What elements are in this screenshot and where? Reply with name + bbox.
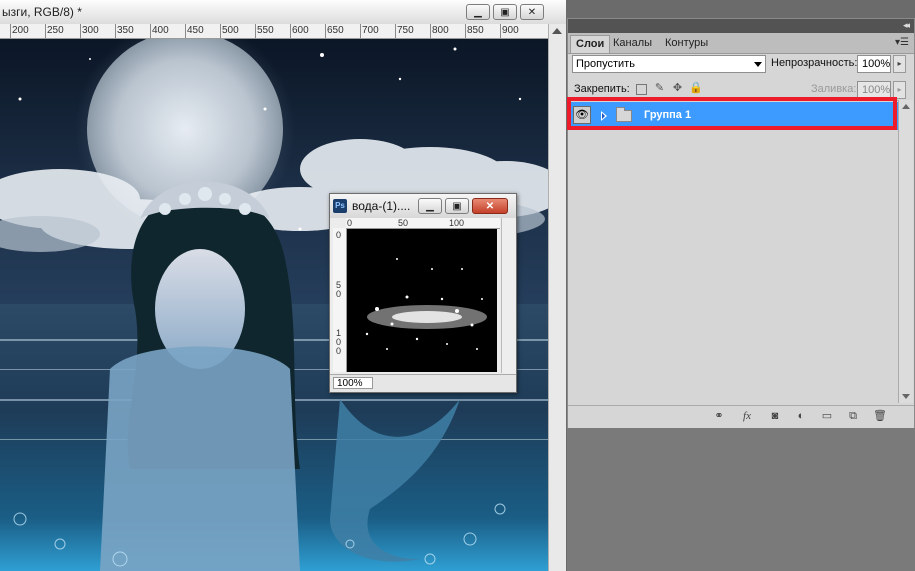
lock-brush-icon[interactable]: ✎ [654, 83, 665, 94]
floating-document-window[interactable]: Ps вода-(1).... ▁ ▣ ✕ 0 50 100 0 5 0 1 0… [329, 193, 517, 393]
maximize-button[interactable]: ▣ [445, 198, 469, 214]
opacity-input[interactable]: 100% [857, 55, 891, 73]
trash-icon[interactable]: 🗑 [873, 410, 887, 423]
lock-label: Закрепить: [574, 83, 630, 95]
ruler-label: 850 [467, 25, 484, 36]
ruler-label: 250 [47, 25, 64, 36]
ruler-label: 200 [12, 25, 29, 36]
ruler-label: 0 [336, 289, 342, 299]
new-group-icon[interactable]: ▭ [820, 410, 834, 423]
opacity-slider-button[interactable]: ▸ [893, 55, 906, 73]
horizontal-ruler[interactable]: 200 250 300 350 400 450 500 550 600 650 … [0, 24, 548, 39]
tab-channels[interactable]: Каналы [608, 35, 657, 53]
ruler-label: 700 [362, 25, 379, 36]
restore-icon: ▣ [500, 6, 510, 18]
splash-artwork [347, 229, 497, 372]
ruler-label: 0 [336, 346, 342, 356]
layers-bottom-toolbar: ⚭ fx ◙ ◐ ▭ ⧉ 🗑 [568, 405, 914, 428]
ruler-label: 100 [449, 218, 465, 228]
ruler-label: 650 [327, 25, 344, 36]
lock-transparency-icon[interactable] [636, 84, 647, 95]
ruler-label: 750 [397, 25, 414, 36]
restore-icon: ▣ [452, 200, 462, 212]
floating-window-title: вода-(1).... [352, 199, 411, 213]
layers-list: 👁 Группа 1 [570, 100, 898, 404]
blend-mode-value: Пропустить [576, 58, 635, 70]
minimize-icon: ▁ [426, 200, 434, 212]
minimize-button[interactable]: ▁ [418, 198, 442, 214]
collapse-panel-icon[interactable]: ◂◂ [903, 20, 910, 31]
close-button[interactable]: ✕ [472, 198, 508, 214]
water-splash-image[interactable] [347, 229, 497, 372]
document-title: ызги, RGB/8) * [2, 5, 82, 19]
chevron-down-icon [754, 62, 762, 67]
scroll-down-icon[interactable] [902, 394, 910, 399]
panel-menu-icon[interactable]: ▾☰ [895, 37, 909, 48]
panel-tabs: Слои Каналы Контуры ▾☰ [568, 33, 914, 54]
lock-move-icon[interactable]: ✥ [672, 83, 683, 94]
ruler-label: 350 [117, 25, 134, 36]
photoshop-icon: Ps [333, 199, 347, 213]
ruler-label: 0 [347, 218, 353, 228]
link-layers-icon[interactable]: ⚭ [712, 410, 726, 423]
document-vertical-scrollbar[interactable] [548, 24, 566, 571]
minimize-icon: ▁ [474, 6, 482, 18]
minimize-button[interactable]: ▁ [466, 4, 490, 20]
selection-highlight-box [567, 97, 897, 130]
floating-status-bar: 100% [330, 374, 516, 392]
floating-window-titlebar[interactable]: Ps вода-(1).... ▁ ▣ ✕ [330, 194, 516, 218]
scroll-up-icon[interactable] [902, 104, 910, 109]
ruler-label: 800 [432, 25, 449, 36]
ruler-label: 500 [222, 25, 239, 36]
fill-label: Заливка: [811, 83, 857, 95]
layers-panel: ◂◂ Слои Каналы Контуры ▾☰ Пропустить Неп… [567, 18, 915, 428]
ruler-label: 50 [398, 218, 409, 228]
tab-layers[interactable]: Слои [570, 35, 611, 53]
adjustment-layer-icon[interactable]: ◐ [794, 410, 808, 423]
floating-vertical-scrollbar[interactable] [501, 218, 516, 373]
fx-icon[interactable]: fx [740, 410, 754, 423]
new-layer-icon[interactable]: ⧉ [846, 410, 860, 423]
maximize-button[interactable]: ▣ [493, 4, 517, 20]
close-icon: ✕ [485, 200, 495, 212]
document-titlebar[interactable]: ызги, RGB/8) * ▁ ▣ ✕ [0, 0, 566, 25]
tab-paths[interactable]: Контуры [660, 35, 713, 53]
opacity-label: Непрозрачность: [771, 57, 858, 69]
ruler-label: 450 [187, 25, 204, 36]
close-icon: ✕ [527, 6, 537, 18]
scroll-up-icon[interactable] [552, 28, 562, 34]
ruler-label: 600 [292, 25, 309, 36]
ruler-label: 300 [82, 25, 99, 36]
ruler-label: 0 [336, 230, 342, 240]
ruler-label: 550 [257, 25, 274, 36]
lock-all-icon[interactable]: 🔒 [689, 83, 703, 94]
add-mask-icon[interactable]: ◙ [768, 410, 782, 423]
floating-vertical-ruler[interactable]: 0 5 0 1 0 0 [333, 228, 347, 372]
layers-scrollbar[interactable] [898, 100, 913, 403]
close-button[interactable]: ✕ [520, 4, 544, 20]
zoom-field[interactable]: 100% [333, 377, 373, 389]
floating-horizontal-ruler[interactable]: 0 50 100 [346, 218, 500, 229]
blend-mode-dropdown[interactable]: Пропустить [572, 55, 766, 73]
ruler-label: 900 [502, 25, 519, 36]
panel-header-bar[interactable]: ◂◂ [568, 19, 914, 33]
workspace-background [567, 428, 915, 571]
ruler-label: 400 [152, 25, 169, 36]
